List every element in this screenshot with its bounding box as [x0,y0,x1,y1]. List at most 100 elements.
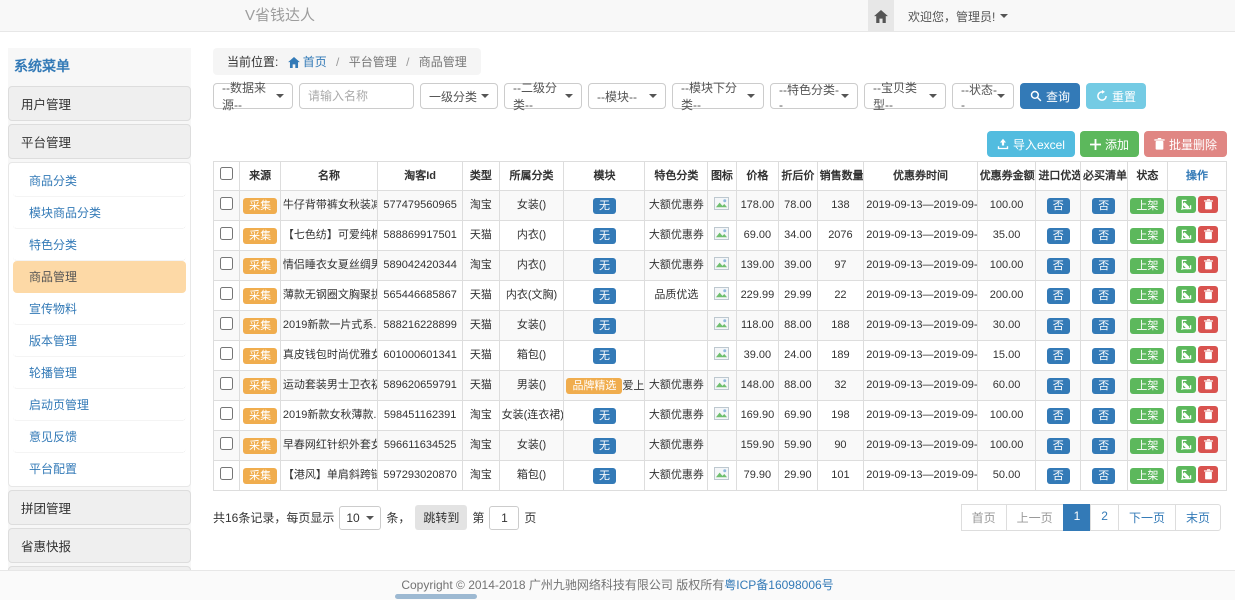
sidebar-subitem[interactable]: 意见反馈 [13,421,186,453]
delete-button[interactable] [1198,406,1218,423]
sidebar-subitem[interactable]: 版本管理 [13,325,186,357]
delete-button[interactable] [1198,286,1218,303]
add-button[interactable]: 添加 [1080,131,1139,157]
filter-select[interactable]: --模块-- [588,83,666,109]
status-toggle[interactable]: 上架 [1130,468,1164,484]
status-toggle[interactable]: 上架 [1130,438,1164,454]
delete-button[interactable] [1198,346,1218,363]
filter-select[interactable]: --宝贝类型-- [864,83,946,109]
import-select-toggle[interactable]: 否 [1047,438,1070,454]
sidebar-subitem[interactable]: 商品分类 [13,165,186,197]
sidebar-subitem[interactable]: 模块商品分类 [13,197,186,229]
sidebar-item[interactable]: 省惠快报 [8,528,191,563]
jump-button[interactable]: 跳转到 [415,505,467,530]
edit-button[interactable] [1176,316,1196,333]
edit-button[interactable] [1176,376,1196,393]
name-search-input[interactable] [299,83,414,109]
filter-select[interactable]: --状态-- [952,83,1014,109]
page-button[interactable]: 首页 [961,504,1007,531]
jump-page-input[interactable] [489,506,519,530]
sidebar-subitem[interactable]: 启动页管理 [13,389,186,421]
import-select-toggle[interactable]: 否 [1047,408,1070,424]
sidebar-subitem[interactable]: 宣传物料 [13,293,186,325]
sidebar-item-users[interactable]: 用户管理 [8,86,191,121]
row-checkbox[interactable] [220,377,233,390]
filter-select[interactable]: --特色分类-- [770,83,858,109]
filter-select[interactable]: 一级分类 [420,83,498,109]
must-buy-toggle[interactable]: 否 [1092,228,1115,244]
edit-button[interactable] [1176,436,1196,453]
sidebar-subitem[interactable]: 特色分类 [13,229,186,261]
status-toggle[interactable]: 上架 [1130,228,1164,244]
status-toggle[interactable]: 上架 [1130,198,1164,214]
page-size-select[interactable]: 10 [339,506,381,530]
sidebar-subitem[interactable]: 平台配置 [13,453,186,484]
row-checkbox[interactable] [220,227,233,240]
row-checkbox[interactable] [220,257,233,270]
must-buy-toggle[interactable]: 否 [1092,318,1115,334]
must-buy-toggle[interactable]: 否 [1092,378,1115,394]
horizontal-scrollbar-thumb[interactable] [395,594,477,599]
user-menu[interactable]: 欢迎您，管理员! [908,8,1008,25]
import-select-toggle[interactable]: 否 [1047,468,1070,484]
filter-select[interactable]: --二级分类-- [504,83,582,109]
edit-button[interactable] [1176,226,1196,243]
sidebar-subitem[interactable]: 轮播管理 [13,357,186,389]
status-toggle[interactable]: 上架 [1130,258,1164,274]
status-toggle[interactable]: 上架 [1130,318,1164,334]
row-checkbox[interactable] [220,437,233,450]
status-toggle[interactable]: 上架 [1130,378,1164,394]
status-toggle[interactable]: 上架 [1130,348,1164,364]
edit-button[interactable] [1176,346,1196,363]
icp-link[interactable]: 粤ICP备16098006号 [724,578,833,592]
page-button[interactable]: 1 [1063,504,1092,531]
import-select-toggle[interactable]: 否 [1047,228,1070,244]
page-button[interactable]: 2 [1090,504,1119,531]
import-select-toggle[interactable]: 否 [1047,198,1070,214]
row-checkbox[interactable] [220,407,233,420]
delete-button[interactable] [1198,376,1218,393]
search-button[interactable]: 查询 [1020,83,1080,109]
page-button[interactable]: 下一页 [1118,504,1176,531]
delete-button[interactable] [1198,436,1218,453]
delete-button[interactable] [1198,226,1218,243]
import-select-toggle[interactable]: 否 [1047,258,1070,274]
must-buy-toggle[interactable]: 否 [1092,258,1115,274]
edit-button[interactable] [1176,286,1196,303]
row-checkbox[interactable] [220,317,233,330]
page-button[interactable]: 上一页 [1006,504,1064,531]
delete-button[interactable] [1198,316,1218,333]
must-buy-toggle[interactable]: 否 [1092,408,1115,424]
import-select-toggle[interactable]: 否 [1047,318,1070,334]
import-excel-button[interactable]: 导入excel [987,131,1075,157]
edit-button[interactable] [1176,196,1196,213]
delete-button[interactable] [1198,256,1218,273]
import-select-toggle[interactable]: 否 [1047,378,1070,394]
delete-button[interactable] [1198,466,1218,483]
must-buy-toggle[interactable]: 否 [1092,438,1115,454]
filter-select[interactable]: --模块下分类-- [672,83,764,109]
select-all-checkbox[interactable] [220,167,233,180]
sidebar-subitem[interactable]: 商品管理 [13,261,186,293]
edit-button[interactable] [1176,406,1196,423]
breadcrumb-home-link[interactable]: 首页 [303,55,327,69]
row-checkbox[interactable] [220,347,233,360]
must-buy-toggle[interactable]: 否 [1092,198,1115,214]
edit-button[interactable] [1176,466,1196,483]
sidebar-item-platform[interactable]: 平台管理 [8,124,191,159]
must-buy-toggle[interactable]: 否 [1092,468,1115,484]
home-button[interactable] [868,0,894,32]
row-checkbox[interactable] [220,467,233,480]
status-toggle[interactable]: 上架 [1130,288,1164,304]
row-checkbox[interactable] [220,197,233,210]
edit-button[interactable] [1176,256,1196,273]
page-button[interactable]: 末页 [1175,504,1221,531]
import-select-toggle[interactable]: 否 [1047,288,1070,304]
status-toggle[interactable]: 上架 [1130,408,1164,424]
sidebar-item[interactable]: 拼团管理 [8,490,191,525]
batch-delete-button[interactable]: 批量删除 [1144,131,1227,157]
delete-button[interactable] [1198,196,1218,213]
must-buy-toggle[interactable]: 否 [1092,288,1115,304]
reset-button[interactable]: 重置 [1086,83,1146,109]
filter-select-data-source[interactable]: --数据来源-- [213,83,293,109]
